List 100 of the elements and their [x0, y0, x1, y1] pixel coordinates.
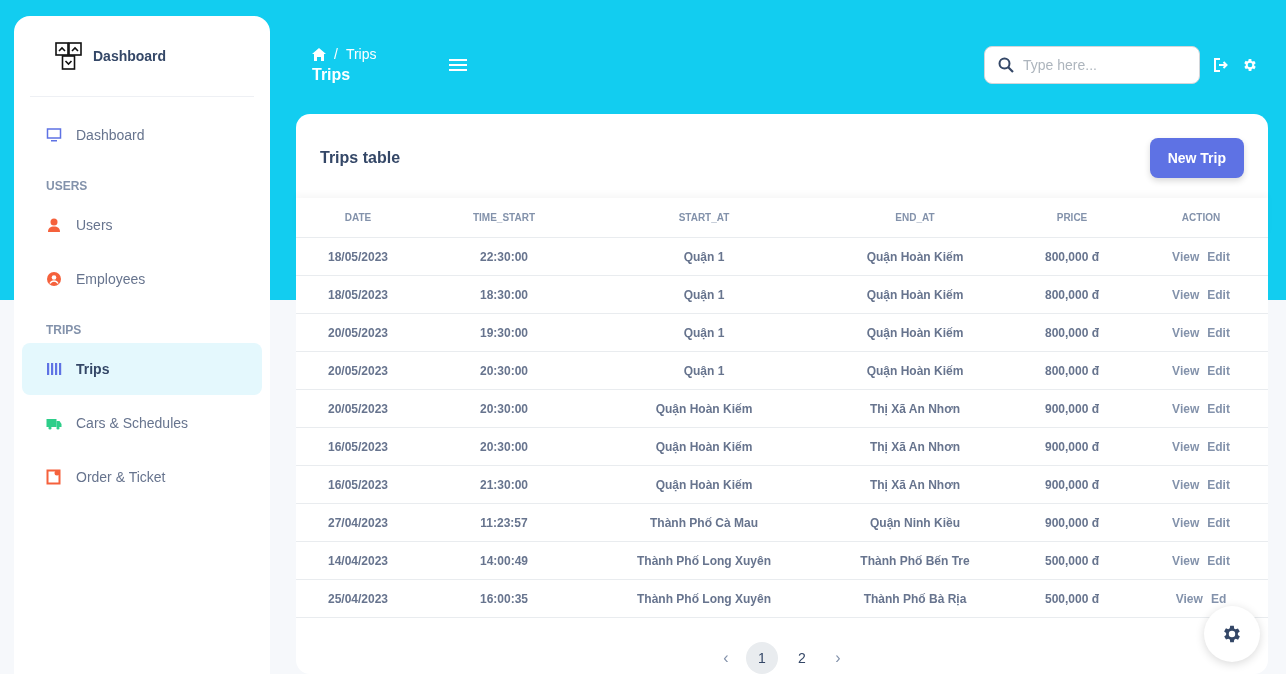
table-cell-text: 900,000 đ: [1043, 439, 1100, 454]
nav-section-heading: TRIPS: [45, 322, 83, 339]
action-link[interactable]: Ed: [1210, 591, 1227, 606]
table-cell-text: 11:23:57: [479, 515, 529, 530]
action-link[interactable]: View: [1172, 401, 1200, 416]
table-cell-text: Thành Phố Long Xuyên: [636, 553, 772, 568]
table-cell-text: Quận Hoàn Kiếm: [654, 477, 754, 492]
table-cell-text: 18:30:00: [478, 287, 529, 302]
page-title: Trips: [312, 66, 352, 84]
action-link[interactable]: View: [1172, 325, 1200, 340]
sign-out-button[interactable]: [1214, 58, 1228, 72]
nav-item[interactable]: Dashboard: [22, 109, 262, 161]
settings-icon: [1221, 623, 1243, 645]
search-field[interactable]: Type here...: [984, 46, 1200, 84]
action-link[interactable]: Edit: [1207, 287, 1230, 302]
table-cell-text: 27/04/2023: [326, 515, 390, 530]
document-icon: [46, 469, 62, 485]
menu-button[interactable]: [448, 57, 468, 73]
table-cell-text: Quận Hoàn Kiếm: [865, 325, 965, 340]
table-cell-text: Quận 1: [682, 363, 726, 378]
card-title: Trips table: [320, 149, 401, 167]
table-cell-text: 800,000 đ: [1043, 249, 1100, 264]
page-button[interactable]: 2: [786, 642, 818, 674]
table-cell-text: Quận Hoàn Kiếm: [865, 363, 965, 378]
previous-page-button[interactable]: ‹: [714, 648, 738, 668]
table-cell-text: 22:30:00: [478, 249, 529, 264]
columns-icon: [46, 361, 62, 377]
action-link[interactable]: Edit: [1207, 439, 1230, 454]
action-link[interactable]: View: [1172, 363, 1200, 378]
table-cell-text: 16:00:35: [478, 591, 529, 606]
nav-item[interactable]: Users: [22, 199, 262, 251]
table-cell-text: Thị Xã An Nhơn: [868, 439, 962, 454]
table-cell-text: Quận Hoàn Kiếm: [865, 287, 965, 302]
monitor-icon: [46, 127, 62, 143]
table-cell-text: 20/05/2023: [326, 401, 390, 416]
action-link[interactable]: View: [1175, 591, 1203, 606]
column-header: ACTION: [1180, 212, 1222, 223]
table-cell-text: Thành Phố Bà Rịa: [862, 591, 968, 606]
table-cell-text: 18/05/2023: [326, 287, 390, 302]
table-cell-text: 900,000 đ: [1043, 401, 1100, 416]
action-link[interactable]: View: [1172, 249, 1200, 264]
home-icon[interactable]: [312, 47, 326, 61]
action-link[interactable]: Edit: [1207, 515, 1230, 530]
table-cell-text: 500,000 đ: [1043, 553, 1100, 568]
action-link[interactable]: View: [1172, 515, 1200, 530]
action-link[interactable]: Edit: [1207, 325, 1230, 340]
breadcrumb-separator: /: [334, 46, 338, 62]
column-header: PRICE: [1055, 212, 1089, 223]
table-cell-text: 25/04/2023: [326, 591, 390, 606]
nav-item[interactable]: Trips: [22, 343, 262, 395]
next-page-button[interactable]: ›: [826, 648, 850, 668]
table-cell-text: 18/05/2023: [326, 249, 390, 264]
table-cell-text: 16/05/2023: [326, 439, 390, 454]
action-link[interactable]: Edit: [1207, 553, 1230, 568]
action-link[interactable]: View: [1172, 477, 1200, 492]
action-link[interactable]: View: [1172, 439, 1200, 454]
column-header: DATE: [343, 212, 373, 223]
nav-item[interactable]: Cars & Schedules: [22, 397, 262, 449]
table-cell-text: Thành Phố Long Xuyên: [636, 591, 772, 606]
table-cell-text: Thị Xã An Nhơn: [868, 477, 962, 492]
logo-icon: [55, 42, 83, 70]
action-link[interactable]: Edit: [1207, 477, 1230, 492]
table-cell-text: 19:30:00: [478, 325, 529, 340]
table-cell-text: 21:30:00: [478, 477, 529, 492]
action-link[interactable]: Edit: [1207, 249, 1230, 264]
page-button[interactable]: 1: [746, 642, 778, 674]
table-cell-text: Quận 1: [682, 325, 726, 340]
user-icon: [46, 217, 62, 233]
table-cell-text: 900,000 đ: [1043, 515, 1100, 530]
table-cell-text: 500,000 đ: [1043, 591, 1100, 606]
table-cell-text: 16/05/2023: [326, 477, 390, 492]
new-trip-button[interactable]: New Trip: [1149, 138, 1244, 178]
table-cell-text: Quận Hoàn Kiếm: [654, 439, 754, 454]
table-cell-text: Thị Xã An Nhơn: [868, 401, 962, 416]
settings-icon: [1242, 57, 1258, 73]
table-cell-text: 20:30:00: [478, 439, 529, 454]
table-cell-text: 14/04/2023: [326, 553, 390, 568]
table-cell-text: 800,000 đ: [1043, 287, 1100, 302]
table-cell-text: 800,000 đ: [1043, 325, 1100, 340]
table-cell-text: Quận Hoàn Kiếm: [654, 401, 754, 416]
table-cell-text: 20:30:00: [478, 363, 529, 378]
nav-item[interactable]: Order & Ticket: [22, 451, 262, 503]
table-cell-text: Quận 1: [682, 249, 726, 264]
column-header: TIME_START: [471, 212, 536, 223]
nav-item[interactable]: Employees: [22, 253, 262, 305]
table-cell-text: Thành Phố Bến Tre: [859, 553, 971, 568]
breadcrumb-item[interactable]: Trips: [345, 46, 377, 62]
search-icon: [998, 57, 1014, 73]
table-cell-text: 20/05/2023: [326, 325, 390, 340]
table-cell-text: Quận Hoàn Kiếm: [865, 249, 965, 264]
action-link[interactable]: View: [1172, 287, 1200, 302]
action-link[interactable]: Edit: [1207, 401, 1230, 416]
table-cell-text: Quận Ninh Kiều: [869, 515, 961, 530]
action-link[interactable]: View: [1172, 553, 1200, 568]
table-cell-text: 20:30:00: [478, 401, 529, 416]
table-cell-text: 900,000 đ: [1043, 477, 1100, 492]
table-cell-text: Quận 1: [682, 287, 726, 302]
table-cell-text: Thành Phố Cà Mau: [649, 515, 759, 530]
action-link[interactable]: Edit: [1207, 363, 1230, 378]
user-circle-icon: [46, 271, 62, 287]
